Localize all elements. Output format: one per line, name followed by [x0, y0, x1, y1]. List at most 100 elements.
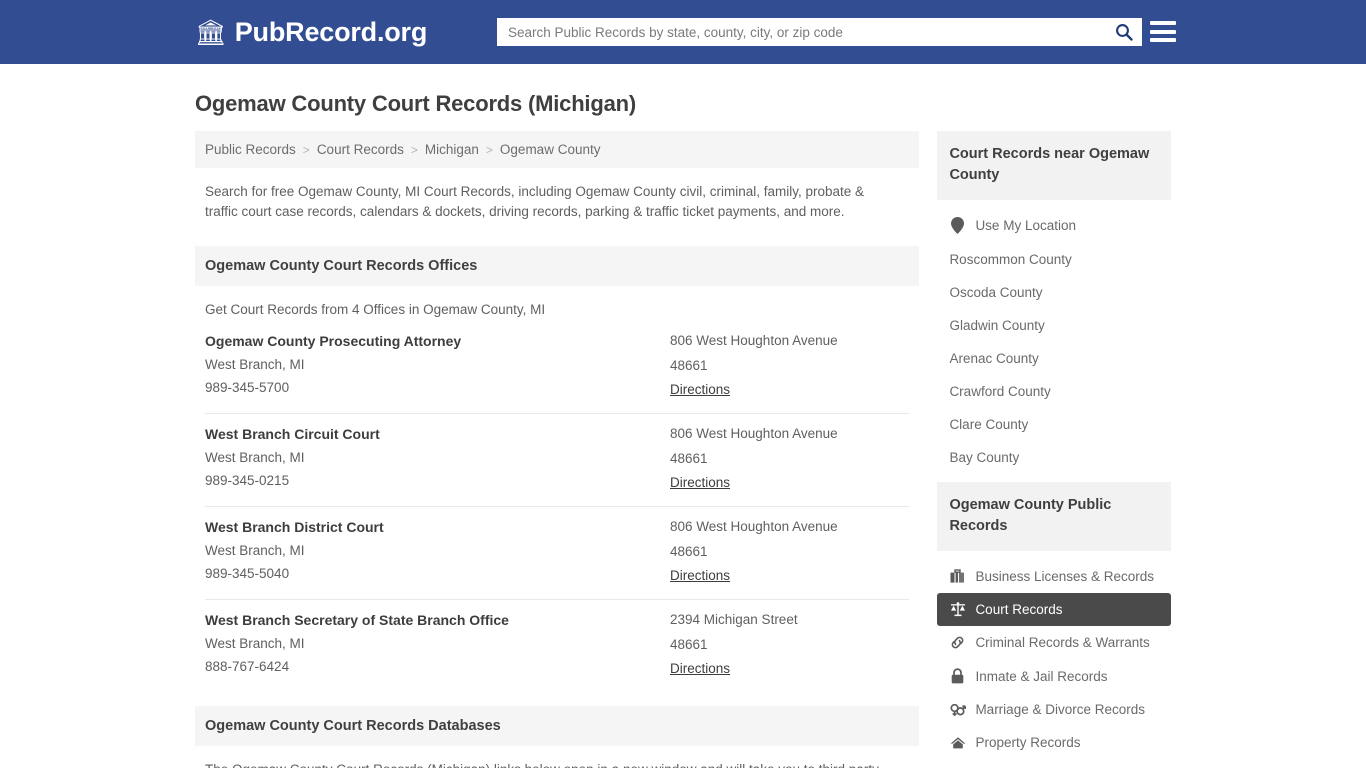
nearby-item-1[interactable]: Use My Location — [937, 208, 1171, 243]
office-address: 2394 Michigan Street — [670, 612, 798, 627]
office-phone: 989-345-5700 — [205, 380, 290, 395]
office-info: West Branch District Court West Branch, M… — [205, 519, 670, 585]
office-phone: 888-767-6424 — [205, 659, 290, 674]
breadcrumb: Public Records > Court Records > Michigan > Og… — [195, 131, 920, 168]
search-input[interactable] — [498, 19, 1107, 45]
brand-name: PubRecord.org — [234, 16, 428, 47]
office-city-state: West Branch, MI — [205, 450, 305, 465]
nearby-item-label: Roscommon County — [949, 252, 1072, 267]
sidebar: Court Records near Ogemaw County Use My … — [937, 131, 1171, 767]
nearby-item-7[interactable]: Clare County — [937, 408, 1171, 441]
page-container: Ogemaw County Court Records (Michigan) P… — [0, 91, 1366, 768]
nearby-item-label: Crawford County — [949, 384, 1051, 399]
search-button[interactable] — [1107, 19, 1141, 45]
map-pin-icon — [949, 217, 966, 234]
nearby-item-2[interactable]: Roscommon County — [937, 243, 1171, 276]
bank-icon: 🏛 — [195, 18, 227, 47]
office-info: West Branch Circuit Court West Branch, MI… — [205, 426, 670, 492]
office-zip: 48661 — [670, 358, 708, 373]
scales-of-justice-icon — [949, 602, 966, 617]
office-address-block: 806 West Houghton Avenue 48661 Directions — [670, 333, 909, 399]
nearby-records-box: Court Records near Ogemaw County Use My … — [937, 131, 1171, 480]
office-row: West Branch Secretary of State Branch Of… — [205, 599, 910, 692]
public-records-item-label: Inmate & Jail Records — [975, 668, 1108, 684]
public-records-item-label: Marriage & Divorce Records — [975, 702, 1145, 717]
nearby-records-list: Use My Location Roscommon County Oscoda Co… — [937, 200, 1171, 480]
public-records-item-label: Criminal Records & Warrants — [975, 635, 1150, 650]
public-records-item-3[interactable]: Criminal Records & Warrants — [937, 626, 1171, 659]
public-records-item-4[interactable]: Inmate & Jail Records — [937, 659, 1171, 693]
office-address-block: 2394 Michigan Street 48661 Directions — [670, 612, 909, 678]
directions-link[interactable]: Directions — [670, 568, 730, 583]
public-records-box: Ogemaw County Public Records Business Li… — [937, 482, 1171, 765]
nearby-item-6[interactable]: Crawford County — [937, 375, 1171, 408]
office-zip: 48661 — [670, 451, 708, 466]
breadcrumb-item-4[interactable]: Ogemaw County — [500, 142, 601, 157]
public-records-item-6[interactable]: Property Records — [937, 726, 1171, 759]
public-records-item-1[interactable]: Business Licenses & Records — [937, 560, 1171, 593]
gender-symbols-icon — [949, 702, 966, 717]
office-address-block: 806 West Houghton Avenue 48661 Directions — [670, 426, 909, 492]
nearby-item-label: Arenac County — [949, 351, 1039, 366]
office-address: 806 West Houghton Avenue — [670, 519, 838, 534]
public-records-item-label: Property Records — [975, 735, 1081, 750]
nearby-item-4[interactable]: Gladwin County — [937, 309, 1171, 342]
directions-link[interactable]: Directions — [670, 382, 730, 397]
nearby-item-label: Clare County — [949, 417, 1029, 432]
office-city-state: West Branch, MI — [205, 636, 305, 651]
office-name[interactable]: West Branch Secretary of State Branch Of… — [205, 612, 670, 628]
directions-link[interactable]: Directions — [670, 661, 730, 676]
office-name[interactable]: West Branch Circuit Court — [205, 426, 670, 442]
main-column: Public Records > Court Records > Michigan > Og… — [195, 131, 920, 768]
chain-link-icon — [949, 635, 966, 650]
public-records-item-label: Business Licenses & Records — [975, 569, 1155, 584]
public-records-list: Business Licenses & Records Court Records… — [937, 551, 1171, 765]
offices-section-note: Get Court Records from 4 Offices in Ogem… — [205, 302, 546, 317]
offices-list: Ogemaw County Prosecuting Attorney West B… — [195, 327, 919, 692]
office-city-state: West Branch, MI — [205, 543, 305, 558]
nearby-item-label: Gladwin County — [949, 318, 1045, 333]
office-zip: 48661 — [670, 637, 708, 652]
search-icon — [1116, 24, 1133, 41]
nearby-item-label: Use My Location — [975, 218, 1076, 233]
nearby-item-label: Bay County — [949, 450, 1020, 465]
databases-section-heading: Ogemaw County Court Records Databases — [195, 706, 920, 746]
site-header: 🏛 PubRecord.org — [0, 0, 1366, 64]
directions-link[interactable]: Directions — [670, 475, 730, 490]
office-name[interactable]: Ogemaw County Prosecuting Attorney — [205, 333, 670, 349]
breadcrumb-item-2[interactable]: Court Records — [317, 142, 404, 157]
office-address: 806 West Houghton Avenue — [670, 333, 838, 348]
nearby-item-label: Oscoda County — [949, 285, 1043, 300]
search-bar — [497, 18, 1142, 46]
office-address: 806 West Houghton Avenue — [670, 426, 838, 441]
breadcrumb-separator: > — [302, 142, 310, 157]
office-info: West Branch Secretary of State Branch Of… — [205, 612, 670, 678]
public-records-heading: Ogemaw County Public Records — [937, 482, 1171, 551]
breadcrumb-separator: > — [485, 142, 493, 157]
padlock-icon — [949, 668, 966, 684]
databases-section-note: The Ogemaw County Court Records (Michiga… — [195, 746, 919, 768]
hamburger-bar — [1150, 29, 1176, 34]
nearby-item-3[interactable]: Oscoda County — [937, 276, 1171, 309]
office-phone: 989-345-5040 — [205, 566, 290, 581]
breadcrumb-item-1[interactable]: Public Records — [205, 142, 296, 157]
nearby-item-8[interactable]: Bay County — [937, 441, 1171, 474]
briefcase-icon — [949, 569, 966, 584]
office-zip: 48661 — [670, 544, 708, 559]
office-row: West Branch Circuit Court West Branch, MI… — [205, 413, 910, 506]
hamburger-menu-icon[interactable] — [1150, 18, 1176, 45]
office-row: West Branch District Court West Branch, M… — [205, 506, 910, 599]
hamburger-bar — [1150, 21, 1176, 25]
breadcrumb-item-3[interactable]: Michigan — [425, 142, 479, 157]
nearby-records-heading: Court Records near Ogemaw County — [937, 131, 1171, 200]
office-name[interactable]: West Branch District Court — [205, 519, 670, 535]
site-logo[interactable]: 🏛 PubRecord.org — [195, 17, 427, 48]
office-info: Ogemaw County Prosecuting Attorney West B… — [205, 333, 670, 399]
public-records-item-label: Court Records — [975, 602, 1063, 617]
content-columns: Public Records > Court Records > Michigan > Og… — [195, 131, 1171, 768]
nearby-item-5[interactable]: Arenac County — [937, 342, 1171, 375]
breadcrumb-separator: > — [410, 142, 418, 157]
page-intro: Search for free Ogemaw County, MI Court … — [205, 184, 865, 219]
public-records-item-2[interactable]: Court Records — [937, 593, 1171, 626]
public-records-item-5[interactable]: Marriage & Divorce Records — [937, 693, 1171, 726]
